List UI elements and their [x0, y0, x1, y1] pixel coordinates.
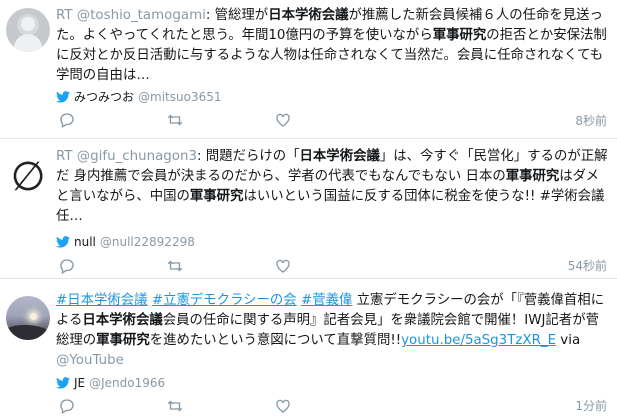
highlight-keyword: 日本学術会議 — [268, 8, 349, 23]
avatar-land-shape — [6, 325, 50, 340]
retweet-prefix: RT — [56, 8, 77, 23]
separator: : — [205, 8, 215, 23]
tweet-actions — [56, 257, 611, 275]
author-line[interactable]: null @null22892298 — [56, 235, 195, 249]
reply-icon[interactable] — [58, 397, 76, 415]
avatar-head-shape — [21, 17, 35, 31]
via-text: via — [556, 333, 581, 348]
default-profile-avatar[interactable] — [6, 8, 50, 52]
like-icon[interactable] — [274, 111, 292, 129]
youtube-link[interactable]: youtu.be/5aSg3TzXR_E — [401, 333, 556, 348]
retweeted-handle[interactable]: @gifu_chunagon3 — [77, 149, 197, 164]
tweet-timestamp[interactable]: 8秒前 — [575, 112, 607, 129]
tweet-1[interactable]: RT @toshio_tamogami: 管総理が日本学術会議が推薦した新会員候… — [0, 0, 617, 138]
null-symbol-avatar[interactable]: ∅ — [6, 155, 50, 199]
twitter-bird-icon — [56, 91, 70, 103]
text-segment: 問題だらけの「 — [205, 149, 300, 164]
author-name[interactable]: みつみつお — [74, 90, 134, 104]
tweet-text: RT @toshio_tamogami: 管総理が日本学術会議が推薦した新会員候… — [56, 6, 611, 86]
hashtag-link[interactable]: #菅義偉 — [301, 293, 352, 308]
retweet-icon[interactable] — [166, 257, 184, 275]
author-handle[interactable]: @Jendo1966 — [89, 376, 165, 390]
retweet-icon[interactable] — [166, 397, 184, 415]
retweet-icon[interactable] — [166, 111, 184, 129]
highlight-keyword: 軍事研究 — [96, 333, 150, 348]
reply-icon[interactable] — [58, 257, 76, 275]
via-handle[interactable]: @YouTube — [56, 353, 124, 368]
twitter-bird-icon — [56, 236, 70, 248]
tweet-text: #日本学術会議 #立憲デモクラシーの会 #菅義偉 立憲デモクラシーの会が「『菅義… — [56, 291, 611, 371]
highlight-keyword: 軍事研究 — [432, 28, 487, 43]
tweet-actions — [56, 397, 611, 415]
tweet-timestamp[interactable]: 1分前 — [575, 397, 607, 414]
like-icon[interactable] — [274, 257, 292, 275]
text-segment: を進めたいという意図について直撃質問!! — [149, 333, 402, 348]
retweet-prefix: RT — [56, 149, 77, 164]
hashtag-link[interactable]: #立憲デモクラシーの会 — [152, 293, 297, 308]
text-segment: 管総理が — [214, 8, 269, 23]
highlight-keyword: 軍事研究 — [505, 169, 560, 184]
tweet-text: RT @gifu_chunagon3: 問題だらけの「日本学術会議」は、今すぐ「… — [56, 147, 611, 227]
author-name[interactable]: JE — [74, 376, 85, 390]
author-line[interactable]: JE @Jendo1966 — [56, 376, 165, 390]
reply-icon[interactable] — [58, 111, 76, 129]
twitter-bird-icon — [56, 377, 70, 389]
avatar-sun-shape — [30, 313, 37, 320]
author-handle[interactable]: @mitsuo3651 — [138, 90, 221, 104]
tweet-2[interactable]: ∅ RT @gifu_chunagon3: 問題だらけの「日本学術会議」は、今す… — [0, 139, 617, 277]
highlight-keyword: 日本学術会議 — [299, 149, 380, 164]
separator: : — [197, 149, 206, 164]
sunset-photo-avatar[interactable] — [6, 296, 50, 340]
hashtag-link[interactable]: #日本学術会議 — [56, 293, 148, 308]
author-name[interactable]: null — [74, 235, 96, 249]
tweet-actions — [56, 111, 611, 129]
retweeted-handle[interactable]: @toshio_tamogami — [77, 8, 206, 23]
avatar-body-shape — [14, 34, 42, 52]
author-line[interactable]: みつみつお @mitsuo3651 — [56, 90, 221, 104]
highlight-keyword: 軍事研究 — [189, 189, 244, 204]
tweet-timestamp[interactable]: 54秒前 — [568, 257, 607, 274]
author-handle[interactable]: @null22892298 — [100, 235, 195, 249]
highlight-keyword: 日本学術会議 — [82, 313, 163, 328]
like-icon[interactable] — [274, 397, 292, 415]
tweet-3[interactable]: #日本学術会議 #立憲デモクラシーの会 #菅義偉 立憲デモクラシーの会が「『菅義… — [0, 279, 617, 418]
